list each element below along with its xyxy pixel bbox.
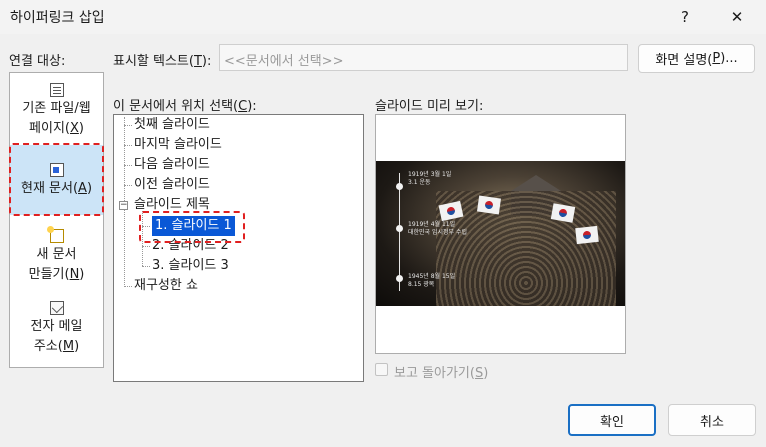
timeline-dot <box>396 183 403 190</box>
tree-connector <box>124 165 132 166</box>
place-in-document-label: 이 문서에서 위치 선택(C): <box>113 99 257 114</box>
display-text-label: 표시할 텍스트(T): <box>113 54 212 69</box>
timeline-entry-2: 1919년 4월 11일 대한민국 임시정부 수립 <box>408 221 468 236</box>
close-icon: ✕ <box>730 8 744 26</box>
tree-item-custom-shows[interactable]: 재구성한 쇼 <box>134 276 198 296</box>
link-to-new-label-2: 만들기(N) <box>28 267 85 282</box>
tree-connector <box>142 266 150 267</box>
help-icon: ? <box>681 8 689 26</box>
slide-preview: 1919년 3월 1일 3.1 운동 1919년 4월 11일 대한민국 임시정부 … <box>375 114 626 354</box>
collapse-icon[interactable]: − <box>119 201 128 210</box>
link-to-label: 연결 대상: <box>9 54 66 69</box>
tree-connector <box>124 125 132 126</box>
place-tree[interactable]: 첫째 슬라이드 마지막 슬라이드 다음 슬라이드 이전 슬라이드 − 슬라이드 … <box>113 114 364 382</box>
screentip-button[interactable]: 화면 설명(P)... <box>638 44 755 73</box>
link-to-existing-label-1: 기존 파일/웹 <box>22 101 91 116</box>
link-to-new-label-1: 새 문서 <box>36 247 77 262</box>
tree-item-first-slide[interactable]: 첫째 슬라이드 <box>134 115 210 135</box>
link-to-existing-label-2: 페이지(X) <box>29 121 84 136</box>
email-icon <box>49 301 64 315</box>
tree-connector <box>142 246 150 247</box>
tree-item-next-slide[interactable]: 다음 슬라이드 <box>134 155 210 175</box>
tree-item-last-slide[interactable]: 마지막 슬라이드 <box>134 135 222 155</box>
ok-button[interactable]: 확인 <box>568 404 656 436</box>
tree-item-slide-3[interactable]: 3. 슬라이드 3 <box>152 256 229 276</box>
link-to-existing-file[interactable]: 기존 파일/웹 페이지(X) <box>10 75 103 141</box>
link-to-new-document[interactable]: 새 문서 만들기(N) <box>10 221 103 287</box>
tree-connector <box>124 185 132 186</box>
tree-item-previous-slide[interactable]: 이전 슬라이드 <box>134 175 210 195</box>
slide-crowd-image <box>436 191 616 306</box>
timeline-dot <box>396 275 403 282</box>
timeline-dot <box>396 225 403 232</box>
link-to-email-label-1: 전자 메일 <box>30 319 83 334</box>
tree-connector <box>124 286 132 287</box>
flag-icon <box>575 225 599 245</box>
cancel-button[interactable]: 취소 <box>668 404 756 436</box>
link-to-email[interactable]: 전자 메일 주소(M) <box>10 293 103 359</box>
timeline-line <box>399 173 400 291</box>
slide-thumbnail: 1919년 3월 1일 3.1 운동 1919년 4월 11일 대한민국 임시정부 … <box>376 161 625 306</box>
slide-preview-label: 슬라이드 미리 보기: <box>375 99 484 114</box>
flag-icon <box>476 195 502 215</box>
timeline-entry-3: 1945년 8월 15일 8.15 광복 <box>408 273 456 288</box>
annotation-slide-1 <box>139 211 245 243</box>
new-document-icon <box>46 226 64 243</box>
dialog-title: 하이퍼링크 삽입 <box>10 10 105 26</box>
tree-connector <box>124 145 132 146</box>
link-to-email-label-2: 주소(M) <box>33 339 80 354</box>
timeline-entry-1: 1919년 3월 1일 3.1 운동 <box>408 171 452 186</box>
show-and-return-label: 보고 돌아가기(S) <box>394 366 489 381</box>
web-document-icon <box>49 83 64 97</box>
title-bar: 하이퍼링크 삽입 ? ✕ <box>0 0 766 34</box>
close-button[interactable]: ✕ <box>714 0 760 34</box>
display-text-input[interactable]: <<문서에서 선택>> <box>219 44 628 71</box>
link-to-panel: 기존 파일/웹 페이지(X) 현재 문서(A) 새 문서 만들기(N) 전자 메… <box>9 72 104 368</box>
annotation-current-document <box>9 143 104 216</box>
show-and-return-checkbox[interactable] <box>375 363 388 376</box>
help-button[interactable]: ? <box>662 0 708 34</box>
